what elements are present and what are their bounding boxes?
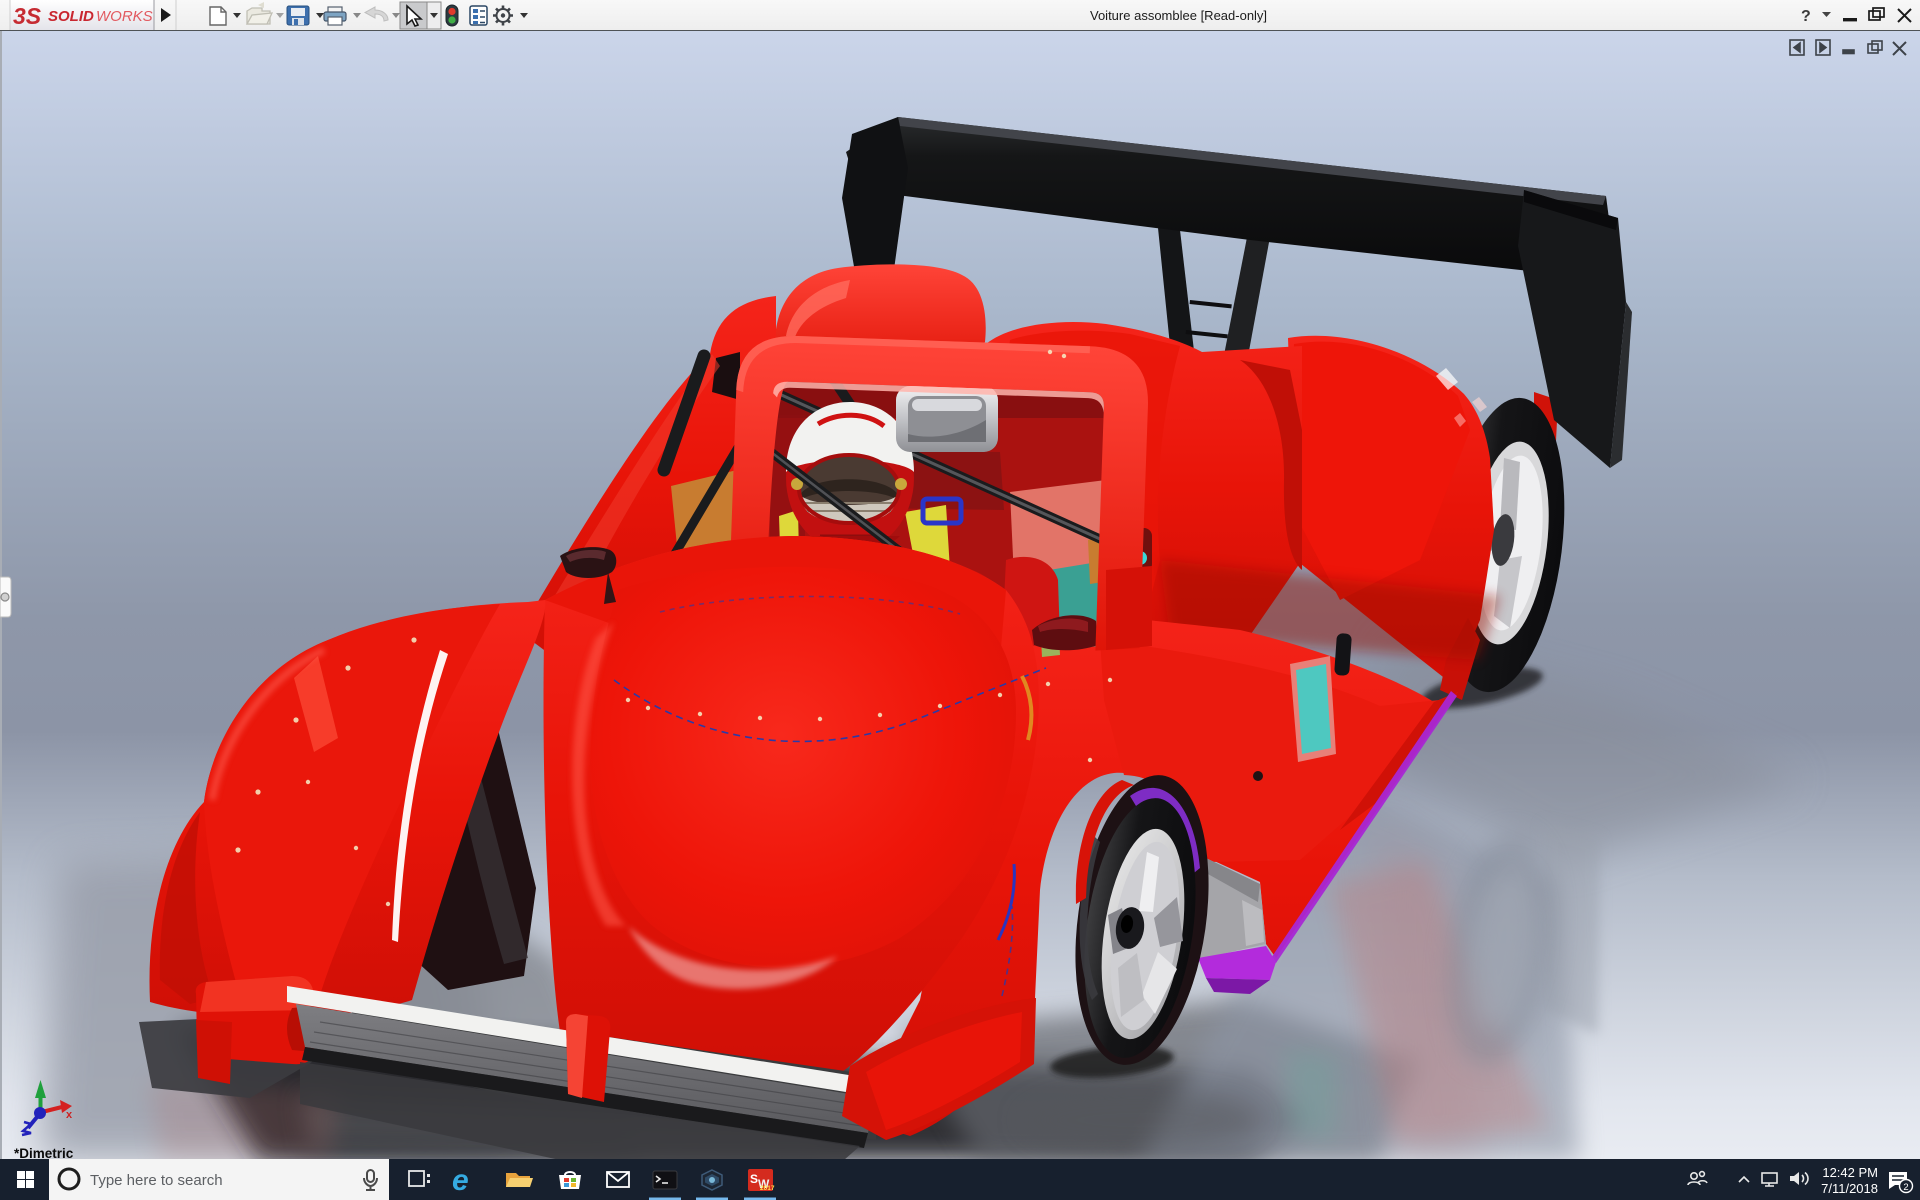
svg-text:S: S xyxy=(750,1172,758,1186)
svg-text:?: ? xyxy=(1801,8,1811,25)
svg-text:Voiture assomblee [Read-only]: Voiture assomblee [Read-only] xyxy=(1090,8,1267,23)
svg-text:7/11/2018: 7/11/2018 xyxy=(1821,1181,1878,1196)
svg-text:SOLID: SOLID xyxy=(48,8,94,25)
svg-text:x: x xyxy=(66,1109,73,1121)
svg-text:Type here to search: Type here to search xyxy=(90,1172,223,1189)
svg-text:12:42 PM: 12:42 PM xyxy=(1822,1165,1878,1180)
svg-text:WORKS: WORKS xyxy=(96,8,153,25)
svg-text:2017: 2017 xyxy=(760,1185,775,1192)
svg-text:2: 2 xyxy=(1903,1182,1908,1193)
svg-text:3S: 3S xyxy=(13,3,42,29)
svg-text:e: e xyxy=(452,1164,469,1197)
